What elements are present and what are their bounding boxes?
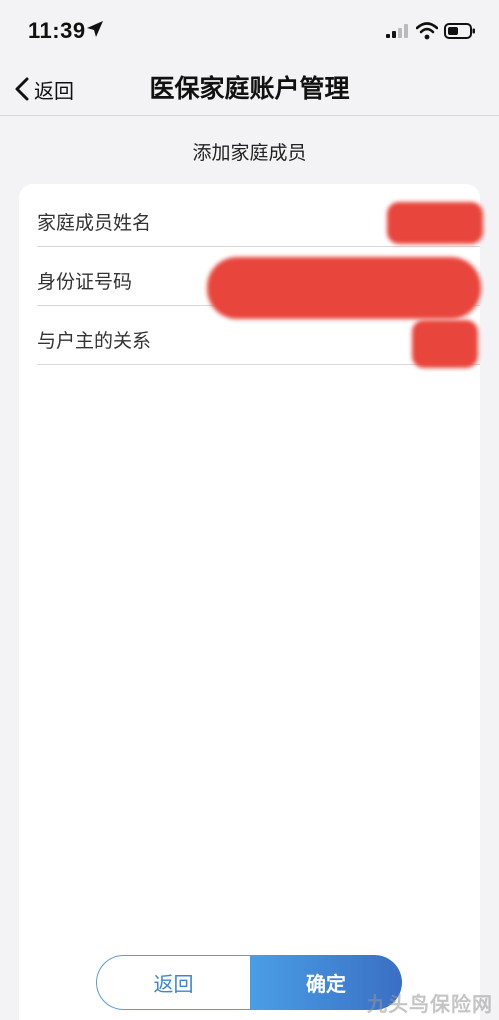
redaction-mark	[412, 320, 478, 368]
battery-icon	[444, 23, 475, 39]
status-time: 11:39	[28, 18, 86, 43]
wifi-icon	[416, 22, 438, 40]
section-subtitle: 添加家庭成员	[192, 142, 307, 164]
form-row-id[interactable]: 身份证号码	[37, 247, 481, 319]
form-row-name[interactable]: 家庭成员姓名	[37, 188, 483, 247]
id-number-label: 身份证号码	[37, 271, 133, 293]
watermark: 九头鸟保险网	[367, 992, 493, 1016]
member-name-label: 家庭成员姓名	[37, 212, 152, 234]
location-arrow-icon	[87, 21, 103, 37]
back-button[interactable]: 返回	[96, 955, 250, 1010]
cellular-signal-icon	[386, 24, 408, 38]
member-form-card: 家庭成员姓名 身份证号码 与户主的关系	[19, 184, 483, 1020]
bottom-action-bar: 返回 确定	[96, 955, 402, 1010]
page-title: 医保家庭账户管理	[149, 74, 350, 103]
relation-label: 与户主的关系	[37, 330, 152, 352]
nav-bar: 返回 医保家庭账户管理	[0, 62, 499, 116]
form-row-relation[interactable]: 与户主的关系	[37, 306, 480, 368]
status-bar: 11:39	[0, 0, 499, 62]
redaction-mark	[387, 202, 483, 244]
